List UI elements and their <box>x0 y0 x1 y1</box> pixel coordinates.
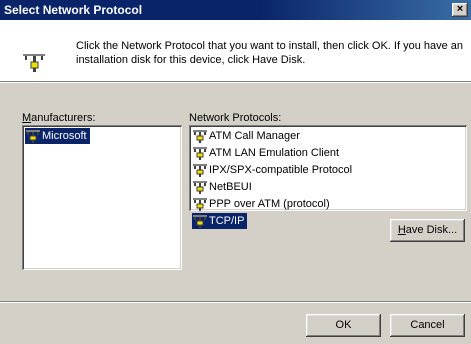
protocol-item[interactable]: IPX/SPX-compatible Protocol <box>192 162 355 178</box>
protocol-item[interactable]: TCP/IP <box>192 213 248 229</box>
network-cable-icon <box>26 130 40 143</box>
dialog-window: Select Network Protocol × Click the Netw… <box>0 0 471 344</box>
protocol-item[interactable]: PPP over ATM (protocol) <box>192 196 333 212</box>
protocol-item[interactable]: ATM Call Manager <box>192 128 303 144</box>
network-protocol-icon <box>23 54 45 72</box>
protocol-item-label: ATM LAN Emulation Client <box>209 147 340 159</box>
manufacturer-item[interactable]: Microsoft <box>25 128 90 144</box>
cancel-button[interactable]: Cancel <box>390 314 465 337</box>
footer-separator-highlight <box>0 302 471 303</box>
manufacturers-list[interactable]: Microsoft <box>22 125 182 270</box>
have-disk-button[interactable]: Have Disk... <box>390 219 465 242</box>
protocol-item[interactable]: NetBEUI <box>192 179 255 195</box>
title-bar[interactable]: Select Network Protocol × <box>0 0 471 20</box>
network-cable-icon <box>193 181 207 194</box>
protocol-item-label: NetBEUI <box>209 181 252 193</box>
network-protocols-label: Network Protocols: <box>189 112 282 124</box>
protocol-item-label: TCP/IP <box>209 215 245 227</box>
instruction-text: Click the Network Protocol that you want… <box>76 40 464 66</box>
network-cable-icon <box>193 130 207 143</box>
manufacturer-item-label: Microsoft <box>42 130 87 142</box>
header-area: Click the Network Protocol that you want… <box>0 20 471 81</box>
protocol-item[interactable]: ATM LAN Emulation Client <box>192 145 342 161</box>
protocol-item-label: IPX/SPX-compatible Protocol <box>209 164 353 176</box>
network-protocols-list[interactable]: ATM Call Manager ATM LAN Emulation Client… <box>189 125 467 229</box>
network-cable-icon <box>193 164 207 177</box>
network-cable-icon <box>193 198 207 211</box>
manufacturers-label: Manufacturers: <box>22 112 96 124</box>
network-cable-icon <box>193 215 207 228</box>
close-button[interactable]: × <box>452 3 468 17</box>
protocol-item-label: ATM Call Manager <box>209 130 300 142</box>
protocol-item-label: PPP over ATM (protocol) <box>209 198 330 210</box>
ok-button[interactable]: OK <box>306 314 381 337</box>
header-separator-highlight <box>0 82 471 83</box>
window-title: Select Network Protocol <box>4 3 143 17</box>
network-cable-icon <box>193 147 207 160</box>
